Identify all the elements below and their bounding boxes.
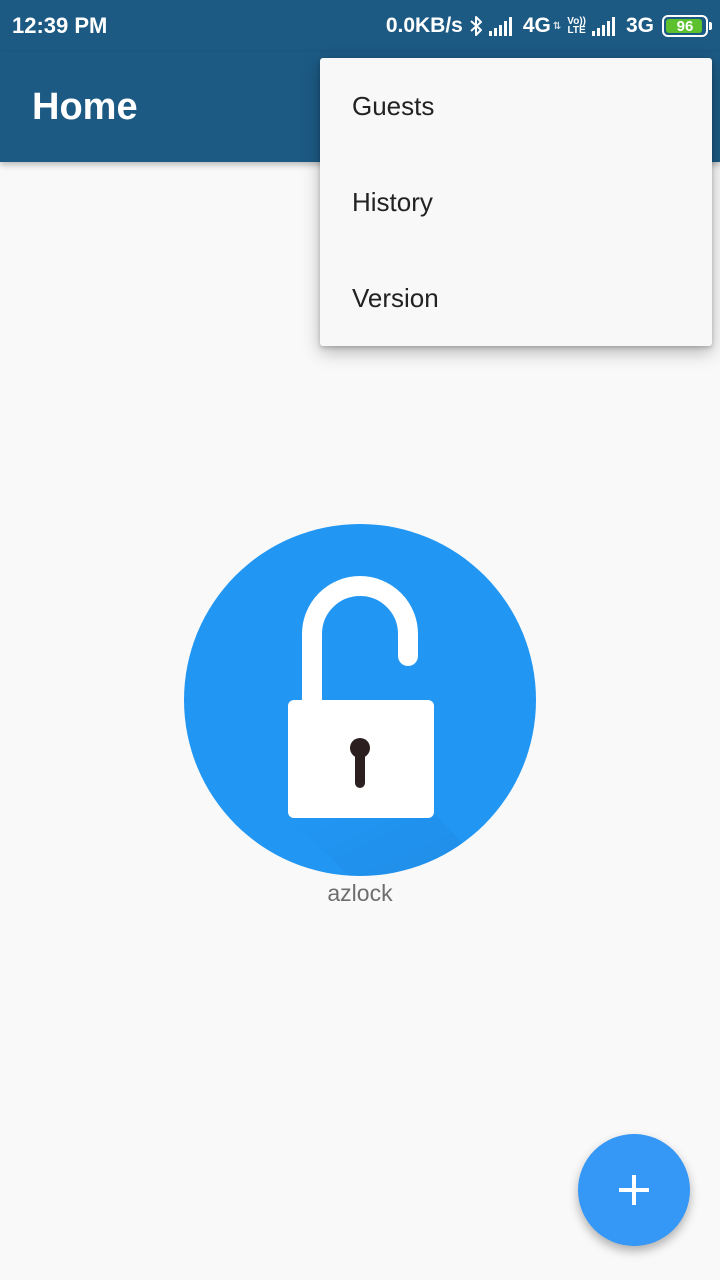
overflow-menu: Guests History Version [320,58,712,346]
status-time: 12:39 PM [12,13,108,38]
menu-item-history[interactable]: History [320,154,712,250]
plus-icon [619,1175,649,1205]
page-title: Home [32,86,138,128]
battery-icon: 96 [662,15,712,37]
status-bar: 12:39 PM 0.0KB/s 4G ⇅ Vo)) LTE 3G 96 [0,0,720,52]
menu-item-guests[interactable]: Guests [320,58,712,154]
unlocked-padlock-icon[interactable] [184,524,536,876]
add-lock-button[interactable] [578,1134,690,1246]
signal-icon [591,17,615,36]
battery-level: 96 [676,17,694,35]
status-icons: 0.0KB/s 4G ⇅ Vo)) LTE 3G 96 [385,14,712,38]
volte-bottom: LTE [567,25,586,36]
net-speed: 0.0KB/s [385,14,463,37]
battery-tip [709,22,712,30]
menu-item-version[interactable]: Version [320,250,712,346]
network-type-2: 3G [625,14,654,37]
volte-icon: Vo)) LTE [567,17,586,36]
data-arrows-icon: ⇅ [552,20,562,32]
lock-device-item[interactable]: azlock [184,524,536,907]
signal-icon [488,17,512,36]
bluetooth-icon [470,16,482,36]
network-type-1: 4G [522,14,551,37]
lock-name: azlock [327,880,393,906]
